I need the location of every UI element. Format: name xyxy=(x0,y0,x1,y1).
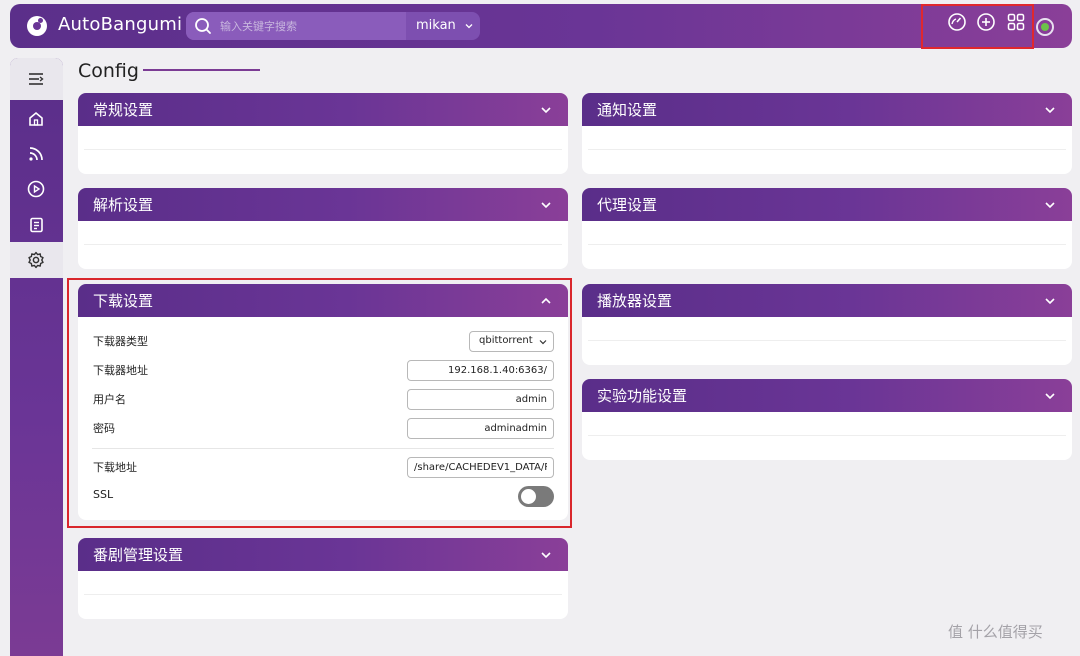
status-indicator-icon[interactable] xyxy=(1036,18,1054,36)
menu-collapse-icon xyxy=(29,73,44,85)
source-select[interactable]: mikan xyxy=(416,18,456,33)
panel-bangumi-manage-settings: 番剧管理设置 xyxy=(78,538,568,619)
search-field[interactable] xyxy=(186,12,406,40)
chevron-down-icon[interactable] xyxy=(540,199,552,211)
panel-header[interactable]: 代理设置 xyxy=(582,188,1072,221)
panel-header[interactable]: 常规设置 xyxy=(78,93,568,126)
search-bar: mikan xyxy=(186,12,480,40)
top-bar: AutoBangumi mikan xyxy=(10,4,1072,48)
panel-title: 实验功能设置 xyxy=(597,387,688,405)
sidebar-item-config[interactable] xyxy=(10,242,63,278)
panel-experimental-settings: 实验功能设置 xyxy=(582,379,1072,460)
sidebar xyxy=(10,58,63,656)
search-icon xyxy=(195,18,211,34)
panel-title: 代理设置 xyxy=(597,196,658,214)
chevron-down-icon[interactable] xyxy=(540,104,552,116)
chevron-down-icon[interactable] xyxy=(1044,104,1056,116)
panel-header[interactable]: 播放器设置 xyxy=(582,284,1072,317)
home-icon[interactable] xyxy=(26,109,46,129)
panel-header[interactable]: 通知设置 xyxy=(582,93,1072,126)
chevron-down-icon[interactable] xyxy=(464,21,474,31)
search-input[interactable] xyxy=(220,16,400,36)
panel-player-settings: 播放器设置 xyxy=(582,284,1072,365)
panel-parser-settings: 解析设置 xyxy=(78,188,568,269)
title-underline xyxy=(143,69,260,71)
panel-proxy-settings: 代理设置 xyxy=(582,188,1072,269)
page-title: Config xyxy=(78,60,139,82)
panel-title: 常规设置 xyxy=(93,101,154,119)
highlight-box-downloader xyxy=(67,278,572,528)
highlight-box-top-icons xyxy=(921,4,1034,49)
chevron-down-icon[interactable] xyxy=(1044,390,1056,402)
panel-header[interactable]: 实验功能设置 xyxy=(582,379,1072,412)
chevron-down-icon[interactable] xyxy=(540,549,552,561)
panel-title: 解析设置 xyxy=(93,196,154,214)
app-logo-icon xyxy=(27,16,47,36)
panel-notify-settings: 通知设置 xyxy=(582,93,1072,174)
panel-title: 通知设置 xyxy=(597,101,658,119)
watermark-text: 值 什么值得买 xyxy=(948,623,1043,641)
panel-general-settings: 常规设置 xyxy=(78,93,568,174)
rss-icon[interactable] xyxy=(26,144,46,164)
play-circle-icon[interactable] xyxy=(26,179,46,199)
gear-icon xyxy=(28,251,44,269)
sidebar-toggle-button[interactable] xyxy=(10,58,63,100)
panel-header[interactable]: 解析设置 xyxy=(78,188,568,221)
app-title: AutoBangumi xyxy=(58,14,183,35)
panel-title: 番剧管理设置 xyxy=(93,546,184,564)
chevron-down-icon[interactable] xyxy=(1044,295,1056,307)
panel-title: 播放器设置 xyxy=(597,292,673,310)
panel-header[interactable]: 番剧管理设置 xyxy=(78,538,568,571)
chevron-down-icon[interactable] xyxy=(1044,199,1056,211)
log-document-icon[interactable] xyxy=(26,215,46,235)
